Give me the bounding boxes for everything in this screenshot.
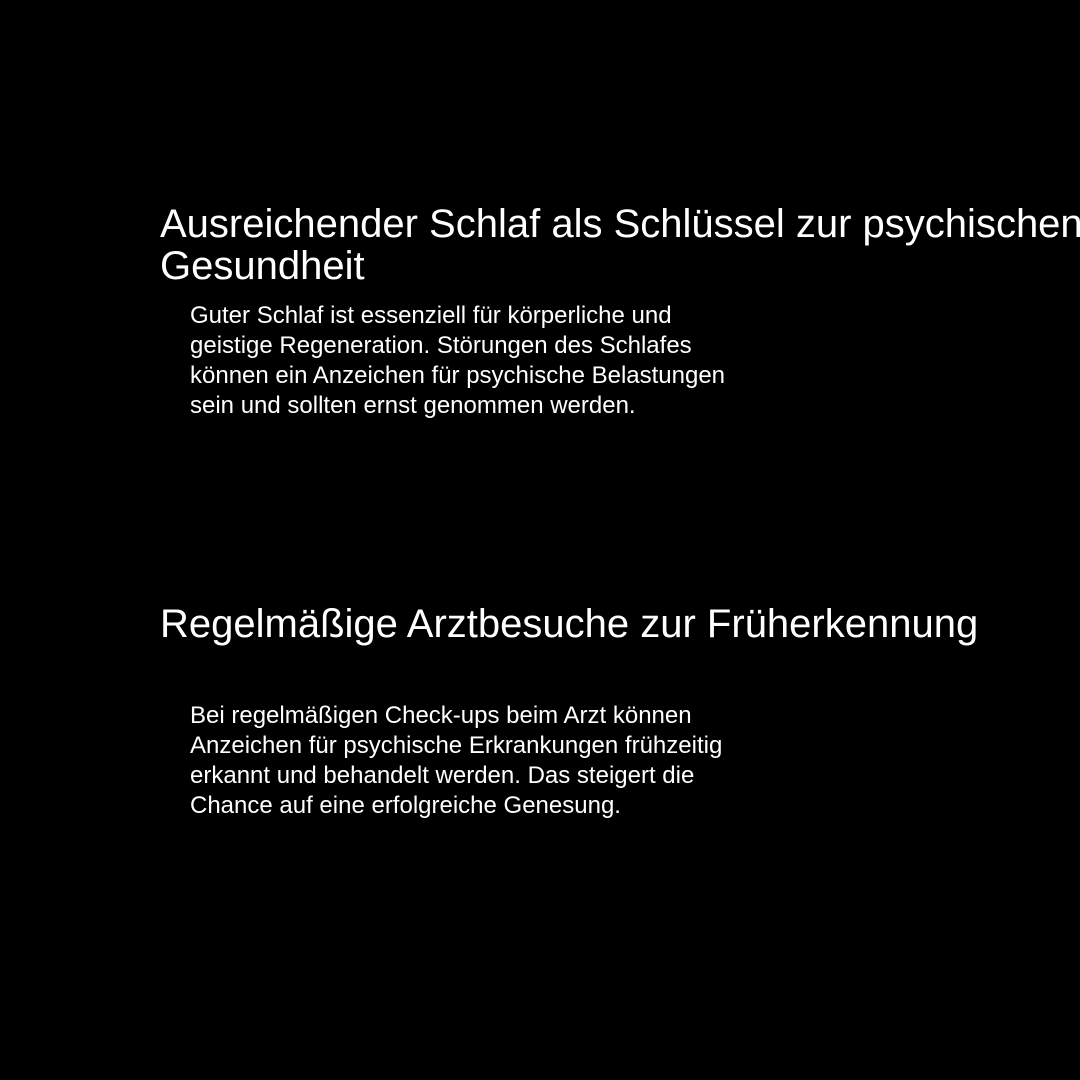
body-line: Chance auf eine erfolgreiche Genesung.: [190, 792, 621, 819]
body-line: Guter Schlaf ist essenziell für körperli…: [190, 302, 672, 329]
body-line: Anzeichen für psychische Erkrankungen fr…: [190, 732, 723, 759]
body-line: können ein Anzeichen für psychische Bela…: [190, 362, 726, 389]
slide-canvas: Ausreichender Schlaf als Schlüssel zur p…: [0, 0, 1080, 1080]
body-line: geistige Regeneration. Störungen des Sch…: [190, 332, 692, 359]
title-line: Gesundheit: [160, 244, 365, 288]
body-line: Bei regelmäßigen Check-ups beim Arzt kön…: [190, 702, 692, 729]
title-line: Regelmäßige Arztbesuche zur Früherkennun…: [160, 602, 979, 646]
title-line: Ausreichender Schlaf als Schlüssel zur p…: [160, 202, 1080, 246]
section-title-sleep: Ausreichender Schlaf als Schlüssel zur p…: [160, 203, 1080, 287]
body-line: erkannt und behandelt werden. Das steige…: [190, 762, 695, 789]
body-line: sein und sollten ernst genommen werden.: [190, 392, 636, 419]
section-title-checkups: Regelmäßige Arztbesuche zur Früherkennun…: [160, 603, 978, 645]
section-body-sleep: Guter Schlaf ist essenziell für körperli…: [190, 301, 850, 421]
section-body-checkups: Bei regelmäßigen Check-ups beim Arzt kön…: [190, 701, 850, 821]
